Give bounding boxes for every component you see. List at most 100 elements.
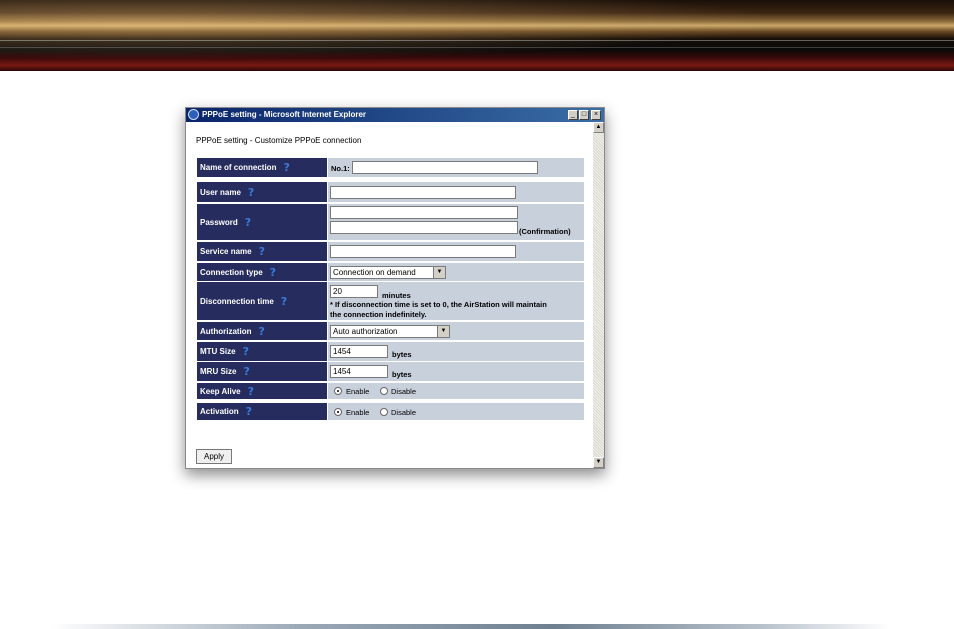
field-label: Service name [200, 247, 252, 256]
help-icon[interactable]: ? [259, 245, 265, 258]
minutes-unit: minutes [382, 291, 411, 300]
value-cell: No.1: [328, 158, 584, 177]
help-icon[interactable]: ? [245, 216, 251, 229]
label-cell: Disconnection time ? [197, 282, 327, 320]
help-icon[interactable]: ? [246, 405, 252, 418]
footer-divider [50, 624, 890, 629]
selected-option: Connection on demand [333, 268, 416, 277]
field-label: Name of connection [200, 163, 277, 172]
selected-option: Auto authorization [333, 327, 398, 336]
field-label: Activation [200, 407, 239, 416]
row-service-name: Service name ? [197, 242, 584, 261]
row-connection-type: Connection type ? Connection on demand ▼ [197, 263, 584, 281]
help-icon[interactable]: ? [243, 365, 249, 378]
value-cell: 1454 bytes [328, 342, 584, 361]
user-name-input[interactable] [330, 186, 516, 199]
row-mru-size: MRU Size ? 1454 bytes [197, 362, 584, 381]
password-confirmation-input[interactable] [330, 221, 518, 234]
label-cell: User name ? [197, 182, 327, 202]
connection-number-label: No.1: [331, 164, 350, 173]
help-icon[interactable]: ? [281, 295, 287, 308]
label-cell: Name of connection ? [197, 158, 327, 177]
keep-alive-disable-label: Disable [391, 387, 417, 396]
activation-enable-label: Enable [346, 408, 370, 417]
field-label: Password [200, 217, 238, 227]
window-titlebar[interactable]: PPPoE setting - Microsoft Internet Explo… [186, 108, 604, 122]
header-banner [0, 0, 954, 71]
row-name-of-connection: Name of connection ? No.1: [197, 158, 584, 177]
keep-alive-disable-radio[interactable] [380, 387, 388, 395]
window-title: PPPoE setting - Microsoft Internet Explo… [202, 110, 367, 119]
value-cell: 1454 bytes [328, 362, 584, 381]
scroll-down-arrow-icon[interactable]: ▼ [593, 457, 604, 468]
field-label: Keep Alive [200, 386, 241, 396]
page-heading: PPPoE setting - Customize PPPoE connecti… [196, 136, 362, 145]
activation-enable-radio[interactable] [334, 408, 342, 416]
page-content: PPPoE setting - Customize PPPoE connecti… [186, 122, 593, 468]
value-cell [328, 182, 584, 202]
mtu-unit: bytes [392, 350, 412, 359]
label-cell: Activation ? [197, 403, 327, 420]
value-cell: Enable Disable [328, 383, 584, 399]
banner-streak [0, 47, 954, 48]
close-button[interactable]: × [591, 110, 601, 120]
help-icon[interactable]: ? [270, 266, 276, 279]
name-of-connection-input[interactable] [352, 161, 538, 174]
field-label: Connection type [200, 267, 263, 277]
banner-streak [0, 40, 954, 41]
activation-disable-radio[interactable] [380, 408, 388, 416]
help-icon[interactable]: ? [248, 186, 254, 199]
password-input[interactable] [330, 206, 518, 219]
mru-unit: bytes [392, 370, 412, 379]
label-cell: MTU Size ? [197, 342, 327, 361]
label-cell: Authorization ? [197, 322, 327, 340]
disconnection-time-input[interactable]: 20 [330, 285, 378, 298]
field-label: Disconnection time [200, 296, 274, 306]
apply-button[interactable]: Apply [196, 449, 232, 464]
label-cell: MRU Size ? [197, 362, 327, 381]
vertical-scrollbar[interactable]: ▲ ▼ [593, 122, 604, 468]
service-name-input[interactable] [330, 245, 516, 258]
label-cell: Service name ? [197, 242, 327, 261]
value-cell: Connection on demand ▼ [328, 263, 584, 281]
row-disconnection-time: Disconnection time ? 20 minutes * If dis… [197, 282, 584, 320]
mtu-size-input[interactable]: 1454 [330, 345, 388, 358]
field-label: Authorization [200, 326, 252, 336]
row-user-name: User name ? [197, 182, 584, 202]
row-keep-alive: Keep Alive ? Enable Disable [197, 383, 584, 399]
activation-disable-label: Disable [391, 408, 417, 417]
connection-type-select[interactable]: Connection on demand ▼ [330, 266, 446, 279]
help-icon[interactable]: ? [259, 325, 265, 338]
row-password: Password ? (Confirmation) [197, 204, 584, 240]
authorization-select[interactable]: Auto authorization ▼ [330, 325, 450, 338]
row-authorization: Authorization ? Auto authorization ▼ [197, 322, 584, 340]
label-cell: Connection type ? [197, 263, 327, 281]
internet-explorer-icon [188, 109, 199, 120]
field-label: MRU Size [200, 367, 237, 376]
banner-glow [0, 0, 954, 71]
value-cell: Enable Disable [328, 403, 584, 420]
value-cell: 20 minutes * If disconnection time is se… [328, 282, 584, 320]
value-cell [328, 242, 584, 261]
row-activation: Activation ? Enable Disable [197, 403, 584, 420]
help-icon[interactable]: ? [283, 161, 289, 174]
maximize-button[interactable]: □ [579, 110, 589, 120]
keep-alive-enable-radio[interactable] [334, 387, 342, 395]
label-cell: Keep Alive ? [197, 383, 327, 399]
value-cell: (Confirmation) [328, 204, 584, 240]
minimize-button[interactable]: _ [568, 110, 578, 120]
confirmation-label: (Confirmation) [519, 227, 571, 236]
help-icon[interactable]: ? [243, 345, 249, 358]
browser-window: PPPoE setting - Microsoft Internet Explo… [185, 107, 605, 469]
field-label: User name [200, 187, 241, 197]
chevron-down-icon[interactable]: ▼ [433, 267, 445, 278]
field-label: MTU Size [200, 347, 236, 356]
scroll-up-arrow-icon[interactable]: ▲ [593, 122, 604, 133]
label-cell: Password ? [197, 204, 327, 240]
chevron-down-icon[interactable]: ▼ [437, 326, 449, 337]
help-icon[interactable]: ? [248, 385, 254, 398]
value-cell: Auto authorization ▼ [328, 322, 584, 340]
disconnection-note-line2: the connection indefinitely. [330, 310, 427, 319]
row-mtu-size: MTU Size ? 1454 bytes [197, 342, 584, 361]
mru-size-input[interactable]: 1454 [330, 365, 388, 378]
